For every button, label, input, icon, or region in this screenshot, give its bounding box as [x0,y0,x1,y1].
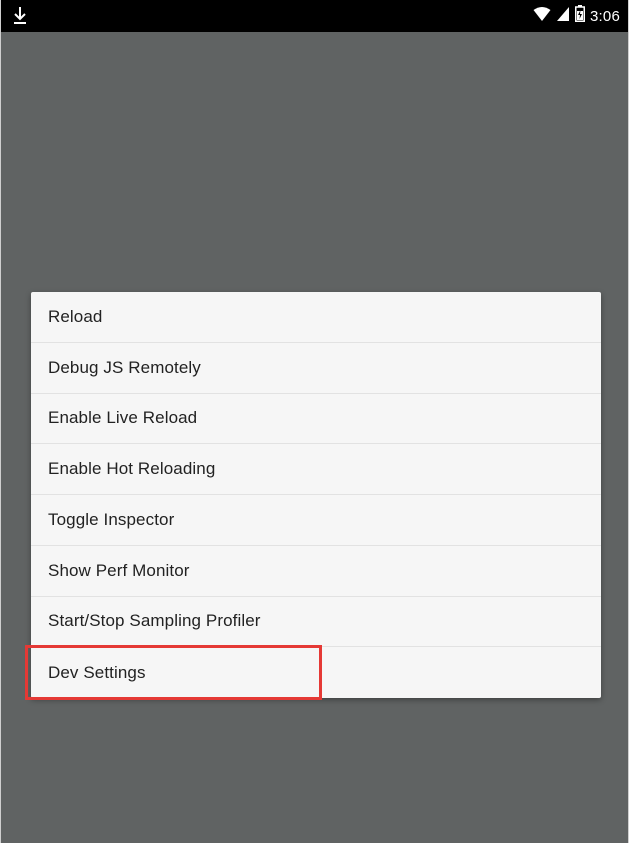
menu-item-enable-live-reload[interactable]: Enable Live Reload [31,394,601,445]
menu-item-enable-hot-reloading[interactable]: Enable Hot Reloading [31,444,601,495]
menu-item-reload[interactable]: Reload [31,292,601,343]
battery-icon [575,5,585,27]
device-screen: 3:06 Reload Debug JS Remotely Enable Liv… [0,0,629,843]
download-icon [11,5,29,27]
menu-item-toggle-inspector[interactable]: Toggle Inspector [31,495,601,546]
menu-item-sampling-profiler[interactable]: Start/Stop Sampling Profiler [31,597,601,648]
wifi-icon [533,6,551,27]
highlight-box [25,645,322,700]
status-icons: 3:06 [533,0,620,32]
menu-item-debug-js-remotely[interactable]: Debug JS Remotely [31,343,601,394]
dev-menu-dialog: Reload Debug JS Remotely Enable Live Rel… [31,292,601,698]
menu-item-show-perf-monitor[interactable]: Show Perf Monitor [31,546,601,597]
signal-icon [556,6,570,27]
status-bar: 3:06 [1,0,628,32]
status-time: 3:06 [590,7,620,25]
